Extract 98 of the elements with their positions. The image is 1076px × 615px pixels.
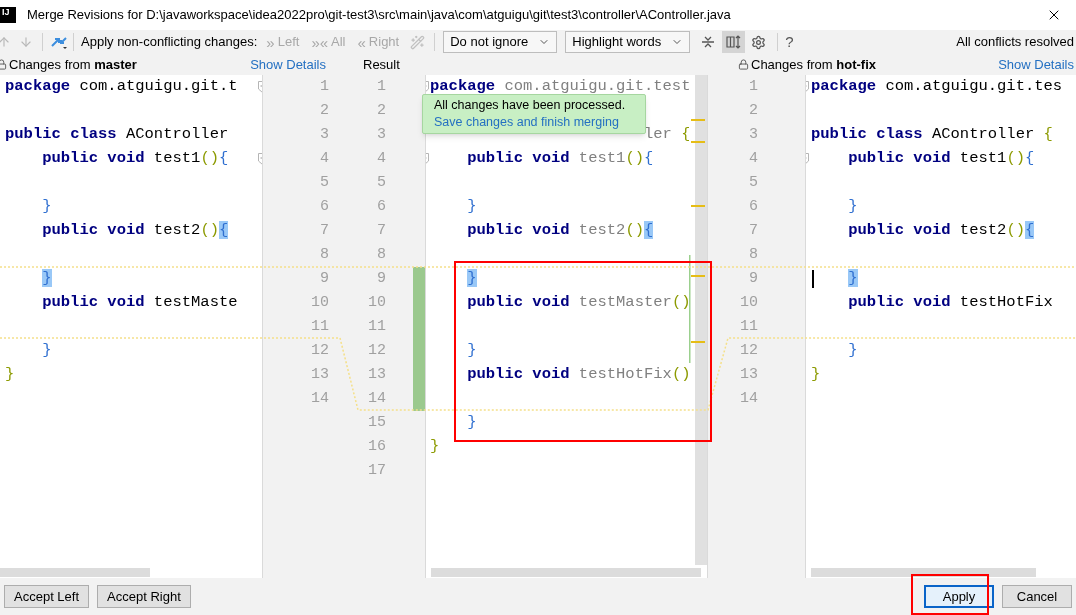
code-line: public void testMaster() [467, 292, 689, 314]
line-number: 4 [320, 148, 329, 169]
app-logo: IJ [0, 7, 16, 23]
line-number: 13 [740, 364, 758, 385]
show-details-link[interactable]: Show Details [250, 54, 326, 75]
code-line: public class AController { [811, 124, 1053, 146]
line-number: 14 [368, 388, 386, 409]
code-line: } [848, 196, 858, 218]
line-number: 3 [320, 124, 329, 145]
save-and-finish-link[interactable]: Save changes and finish merging [434, 114, 634, 131]
apply-changes-label: Apply non-conflicting changes: [81, 33, 258, 52]
code-line: } [42, 196, 52, 218]
line-number: 8 [320, 244, 329, 265]
merge-status: All conflicts resolved [956, 33, 1074, 52]
line-number: 1 [749, 76, 758, 97]
window-title: Merge Revisions for D:\javaworkspace\idea2022pro\git-test3\src\main\java\com\atguigu\git\test3\controller\AController.java [27, 6, 731, 25]
line-number: 11 [368, 316, 386, 337]
code-line: } [848, 340, 858, 362]
settings-icon[interactable] [751, 34, 767, 50]
resolve-arrows-icon[interactable] [50, 34, 68, 50]
line-number: 8 [377, 244, 386, 265]
line-number: 2 [377, 100, 386, 121]
panel-title: Changes from hot-fix [751, 55, 876, 74]
help-button[interactable]: ? [785, 30, 794, 54]
horizontal-scrollbar[interactable] [431, 568, 701, 577]
dropdown[interactable]: Highlight words [565, 31, 691, 53]
line-number: 5 [377, 172, 386, 193]
line-number: 17 [368, 460, 386, 481]
code-line: } [5, 364, 15, 386]
side-by-side-toggle[interactable] [722, 31, 746, 53]
line-number: 5 [749, 172, 758, 193]
code-line: public void testHotFix [848, 292, 1053, 314]
line-number: 6 [377, 196, 386, 217]
code-line: } [467, 340, 477, 362]
line-number: 11 [740, 316, 758, 337]
code-line: public void test2(){ [467, 220, 654, 242]
code-line: } [430, 436, 440, 458]
result-title: Result [363, 55, 400, 74]
line-number: 14 [311, 388, 329, 409]
dialog-button[interactable]: Cancel [1002, 585, 1072, 608]
line-number: 14 [740, 388, 758, 409]
code-line: public void test1(){ [467, 148, 654, 170]
line-number: 3 [377, 124, 386, 145]
code-line: } [42, 340, 52, 362]
line-number: 13 [368, 364, 386, 385]
accept-button[interactable]: Accept Left [4, 585, 90, 608]
line-number: 2 [749, 100, 758, 121]
line-number: 9 [320, 268, 329, 289]
line-number: 10 [311, 292, 329, 313]
code-line: public void test1(){ [848, 148, 1035, 170]
dialog-button[interactable]: Apply [924, 585, 994, 608]
code-line: package com.atguigu.git.t [5, 76, 238, 98]
line-number: 2 [320, 100, 329, 121]
line-number: 8 [749, 244, 758, 265]
line-number: 12 [368, 340, 386, 361]
code-line: public void test2(){ [848, 220, 1035, 242]
line-number: 3 [749, 124, 758, 145]
line-number: 10 [740, 292, 758, 313]
line-number: 9 [749, 268, 758, 289]
line-number: 7 [377, 220, 386, 241]
code-line: public class AController [5, 124, 229, 146]
line-number: 6 [749, 196, 758, 217]
notification-message: All changes have been processed. [434, 97, 627, 114]
code-line: public void test2(){ [42, 220, 229, 242]
line-number: 15 [368, 412, 386, 433]
horizontal-scrollbar[interactable] [0, 568, 150, 577]
line-number: 13 [311, 364, 329, 385]
collapse-icon[interactable] [701, 35, 716, 49]
dropdown[interactable]: Do not ignore [443, 31, 558, 53]
line-number: 12 [311, 340, 329, 361]
line-number: 11 [311, 316, 329, 337]
code-line: public void test1(){ [42, 148, 229, 170]
code-line: public void testMaste [42, 292, 238, 314]
code-line: package com.atguigu.git.test [430, 76, 689, 98]
line-number: 1 [320, 76, 329, 97]
code-editor[interactable]: package com.atguigu.git.tes public class AController { public void test1(){ } public void test2(){ } public void testHotFix } } [805, 75, 1076, 578]
line-number: 4 [377, 148, 386, 169]
show-details-link[interactable]: Show Details [998, 54, 1074, 75]
line-number: 6 [320, 196, 329, 217]
code-editor[interactable]: package com.atguigu.git.t public class AController public void test1(){ } public void test2(){ } public void testMaste } } [0, 75, 262, 578]
horizontal-scrollbar[interactable] [811, 568, 1036, 577]
accept-button[interactable]: Accept Right [97, 585, 191, 608]
line-number: 4 [749, 148, 758, 169]
line-number: 7 [320, 220, 329, 241]
code-line: } [811, 364, 821, 386]
line-number: 12 [740, 340, 758, 361]
code-line: } [467, 412, 477, 434]
code-line: package com.atguigu.git.tes [811, 76, 1063, 98]
line-number: 16 [368, 436, 386, 457]
code-line: public void testHotFix() [467, 364, 689, 386]
code-line: } [467, 196, 477, 218]
line-number: 5 [320, 172, 329, 193]
line-number: 10 [368, 292, 386, 313]
code-line: ler { [643, 124, 689, 146]
line-number: 1 [377, 76, 386, 97]
line-number: 9 [377, 268, 386, 289]
panel-title: Changes from master [9, 55, 137, 74]
line-number: 7 [749, 220, 758, 241]
